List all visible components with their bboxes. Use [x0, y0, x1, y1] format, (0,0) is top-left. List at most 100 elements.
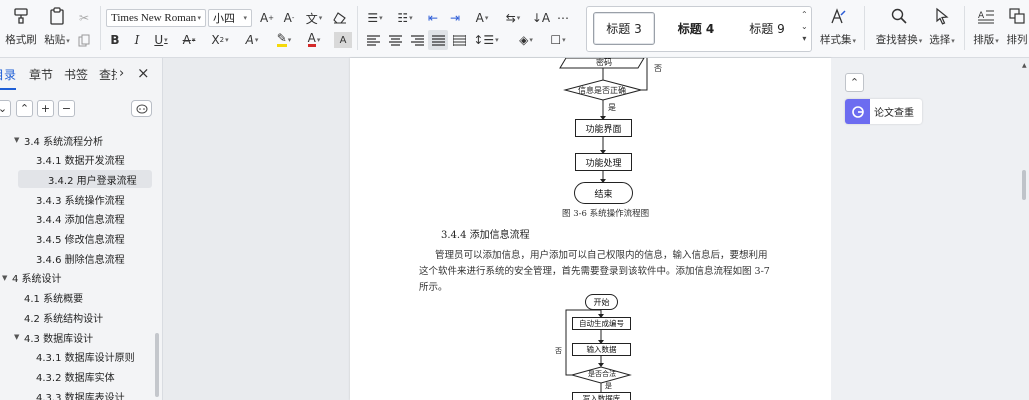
align-left-icon[interactable] [364, 32, 382, 48]
select-button[interactable]: 选择▾ [926, 6, 958, 47]
font-size-value: 小四 [213, 13, 235, 25]
add-heading-icon[interactable]: + [37, 100, 54, 117]
flow2-yes: 是 [605, 382, 612, 390]
toc-item[interactable]: 3.4.6 删除信息流程 [26, 249, 125, 267]
font-color-icon[interactable]: A ▾ [302, 32, 326, 48]
tab-toc[interactable]: 目录 [0, 66, 16, 83]
expand-up-icon[interactable]: ⌃ [16, 100, 33, 117]
arrange-button[interactable]: 排列 [1004, 6, 1029, 47]
toc-item-label: 4 系统设计 [12, 274, 62, 286]
toc-item-label: 3.4.2 用户登录流程 [48, 175, 137, 187]
layout-button[interactable]: A 排版▾ [970, 6, 1002, 47]
expand-arrow-icon[interactable]: ▼ [14, 136, 24, 144]
active-tab-indicator [0, 88, 16, 90]
toc-item[interactable]: ▼ 4.3 数据库设计 [14, 328, 93, 346]
border-icon[interactable]: ☐ ▾ [546, 32, 570, 48]
layout-icon: A [976, 6, 996, 26]
chevron-right-icon[interactable]: › [119, 66, 124, 81]
bold-icon[interactable]: B [106, 32, 124, 48]
toc-item[interactable]: 3.4.1 数据开发流程 [26, 151, 125, 169]
document-scrollbar[interactable]: ▲ [1019, 58, 1029, 400]
cut-icon[interactable]: ✂ [75, 10, 93, 26]
style-set-button[interactable]: 样式集▾ [818, 6, 858, 47]
justify-icon[interactable] [428, 30, 448, 50]
layout-label: 排版▾ [973, 34, 999, 46]
align-center-icon[interactable] [386, 32, 404, 48]
text-effect-icon[interactable]: A ▾ [240, 32, 264, 48]
gallery-scroll[interactable]: ⌃ ⌄ ▾ [801, 9, 808, 45]
toc-item-label: 4.1 系统概要 [24, 294, 84, 306]
text-direction-icon[interactable]: ⇆ ▾ [502, 10, 524, 26]
style-heading-3[interactable]: 标题 3 [593, 12, 655, 45]
clear-format-icon[interactable] [331, 10, 349, 26]
right-side-pane: ⌃ 论文查重 [831, 58, 1029, 400]
section-heading: 3.4.4 添加信息流程 [441, 230, 530, 241]
increase-indent-icon[interactable]: ⇥ [446, 10, 464, 26]
flow1-check: 信息是否正确 [578, 86, 626, 95]
toc-item[interactable]: 3.4.2 用户登录流程 [18, 170, 152, 189]
arrange-label: 排列 [1006, 34, 1028, 46]
phonetic-guide-icon[interactable]: 文 ▾ [302, 10, 326, 26]
toc-item[interactable]: 3.4.3 系统操作流程 [26, 190, 125, 208]
tab-bookmarks[interactable]: 书签 [64, 66, 88, 83]
paste-button[interactable]: 粘贴▾ [40, 6, 74, 47]
smart-toc-icon[interactable] [131, 100, 152, 117]
decrease-indent-icon[interactable]: ⇤ [424, 10, 442, 26]
shading-icon[interactable]: ◈ ▾ [514, 32, 538, 48]
toc-item-label: 3.4.6 删除信息流程 [36, 254, 125, 266]
highlight-icon[interactable]: ✎ ▾ [272, 32, 296, 48]
bullet-list-icon[interactable]: ☰ ▾ [364, 10, 386, 26]
flow1-password: 密码 [596, 58, 612, 67]
toc-item[interactable]: 3.4.4 添加信息流程 [26, 210, 125, 228]
scroll-up-icon[interactable]: ▲ [1022, 62, 1027, 69]
font-size-select[interactable]: 小四 ▾ [208, 9, 252, 27]
toc-item[interactable]: 3.4.5 修改信息流程 [26, 230, 125, 248]
tab-find[interactable]: 查找 [99, 66, 117, 83]
shrink-font-icon[interactable]: A- [280, 10, 298, 26]
nav-scrollbar[interactable] [155, 333, 159, 397]
line-spacing-icon[interactable]: ↕☰ ▾ [473, 32, 498, 48]
toc-item[interactable]: ▼ 3.4 系统流程分析 [14, 131, 103, 149]
toc-item[interactable]: 4.3.3 数据库表设计 [26, 387, 125, 400]
plagiarism-check-button[interactable]: 论文查重 [845, 99, 922, 124]
toc-tools: ⌄ ⌃ + − [0, 100, 162, 118]
char-shading-icon[interactable]: A [334, 32, 352, 48]
toc-item-label: 3.4.4 添加信息流程 [36, 215, 125, 227]
font-name-select[interactable]: Times New Roman ▾ [106, 9, 206, 27]
plagiarism-label: 论文查重 [874, 108, 914, 119]
format-painter-button[interactable]: 格式刷 [4, 6, 38, 47]
align-right-icon[interactable] [408, 32, 426, 48]
toc-item-label: 4.3.3 数据库表设计 [36, 392, 125, 400]
copy-icon[interactable] [75, 32, 93, 48]
close-icon[interactable]: × [137, 64, 150, 82]
style-heading-4[interactable]: 标题 4 [665, 12, 727, 45]
collapse-all-icon[interactable]: ⌄ [0, 100, 11, 117]
toc-item[interactable]: ▼ 4 系统设计 [2, 269, 62, 287]
numbered-list-icon[interactable]: ☷ ▾ [394, 10, 416, 26]
style-heading-9[interactable]: 标题 9 [737, 12, 797, 45]
grow-font-icon[interactable]: A + [258, 10, 276, 26]
expand-arrow-icon[interactable]: ▼ [14, 333, 24, 341]
toc-item[interactable]: 4.3.1 数据库设计原则 [26, 348, 135, 366]
find-replace-button[interactable]: 查找替换▾ [876, 6, 922, 47]
sort-icon[interactable]: ↓A [532, 10, 550, 26]
toc-item[interactable]: 4.2 系统结构设计 [14, 308, 103, 326]
distribute-icon[interactable] [450, 32, 468, 48]
expand-arrow-icon[interactable]: ▼ [2, 274, 12, 282]
tab-chapters[interactable]: 章节 [29, 66, 53, 83]
toc-item[interactable]: 4.1 系统概要 [14, 289, 83, 307]
superscript-icon[interactable]: X 2 ▾ [208, 32, 232, 48]
flow2-no: 否 [555, 347, 562, 355]
toc-item-label: 4.3 数据库设计 [24, 333, 94, 345]
flow1-process-box: 功能处理 [575, 153, 632, 171]
underline-icon[interactable]: U ▾ [150, 32, 172, 48]
show-marks-icon[interactable]: ⋯ [554, 10, 572, 26]
collapse-pane-icon[interactable]: ⌃ [845, 73, 864, 92]
scroll-thumb[interactable] [1022, 170, 1026, 200]
strikethrough-icon[interactable]: A ▾ [178, 32, 200, 48]
italic-icon[interactable]: I [128, 32, 146, 48]
chinese-layout-icon[interactable]: A ▾ [470, 10, 494, 26]
font-name-value: Times New Roman [111, 12, 197, 24]
remove-heading-icon[interactable]: − [58, 100, 75, 117]
toc-item[interactable]: 4.3.2 数据库实体 [26, 367, 115, 385]
